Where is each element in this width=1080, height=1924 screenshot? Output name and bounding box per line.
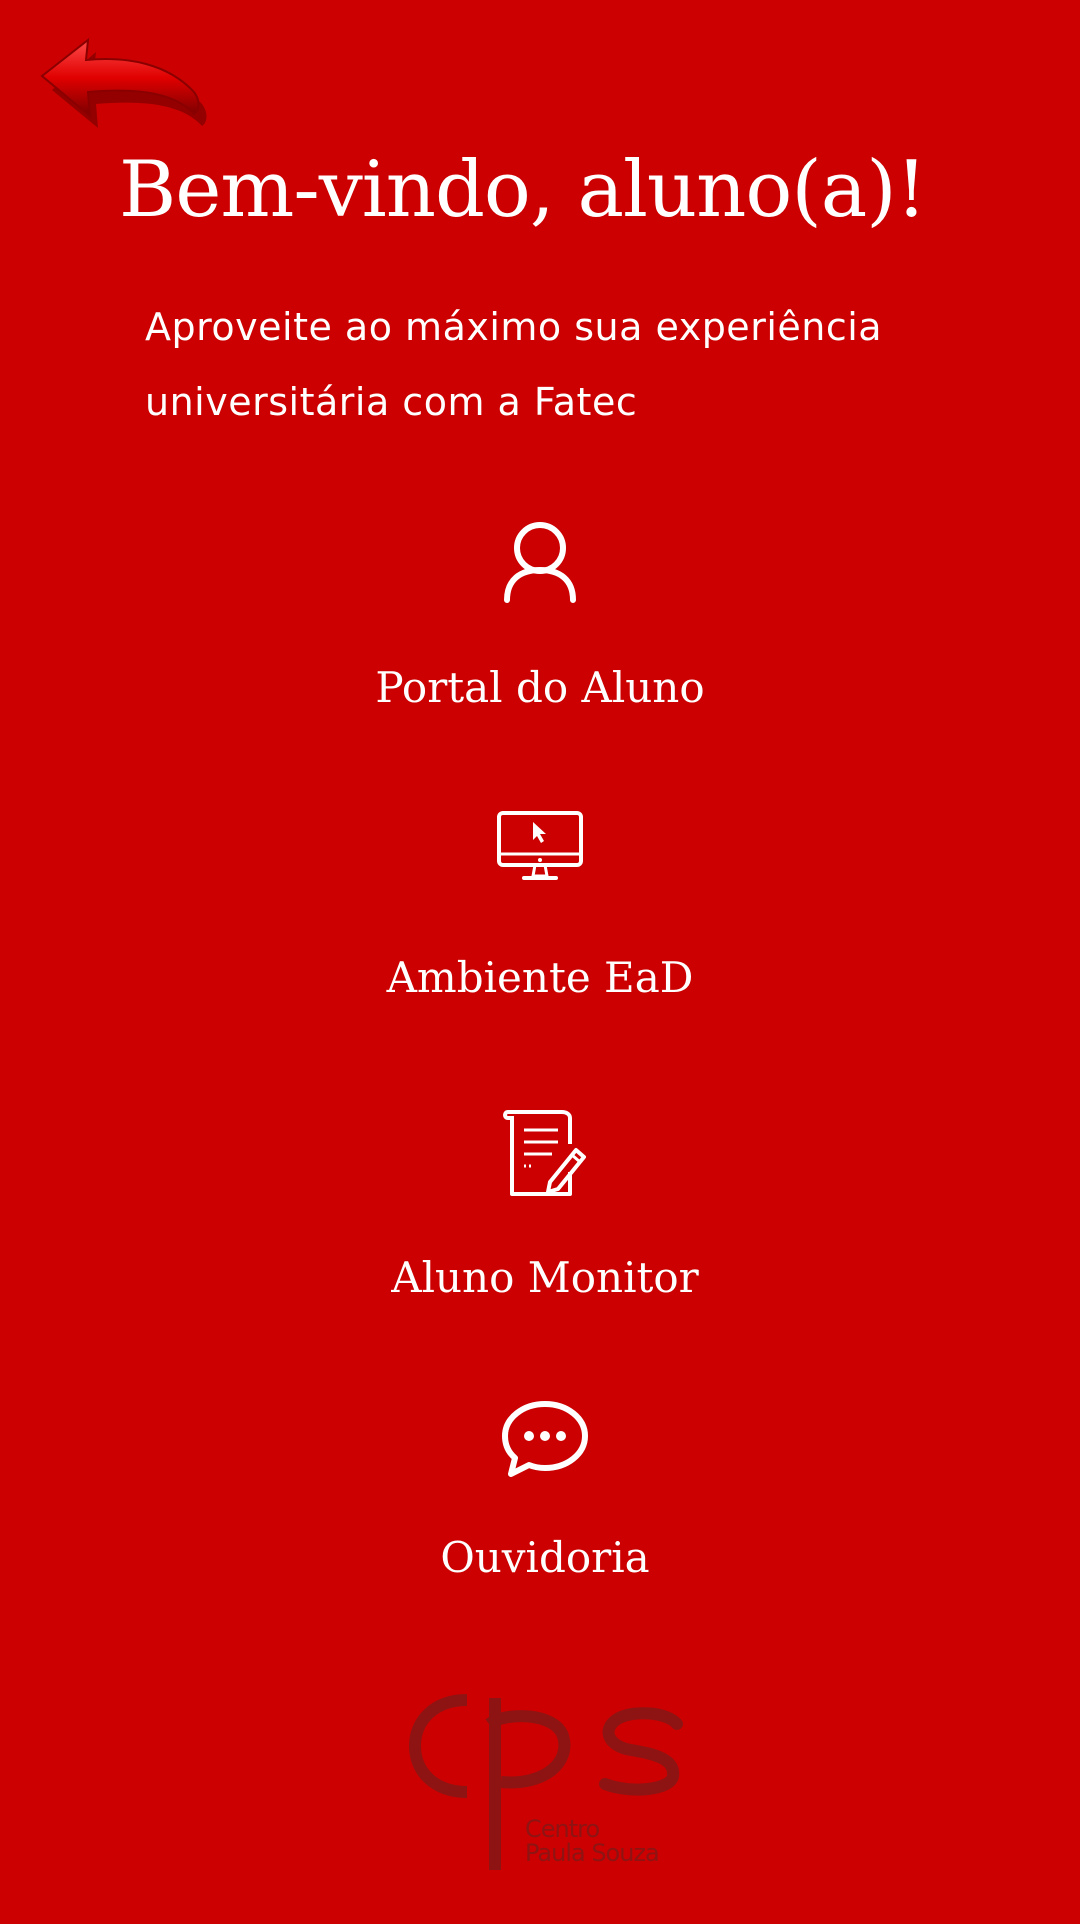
portal-do-aluno-button[interactable]: Portal do Aluno [240,515,840,725]
welcome-subtitle: Aproveite ao máximo sua experiência univ… [145,290,945,440]
menu-item-label: Portal do Aluno [375,663,705,712]
ambiente-ead-button[interactable]: Ambiente EaD [240,805,840,1010]
cps-logo: Centro Paula Souza [405,1690,695,1880]
subtitle-line-1: Aproveite ao máximo sua experiência [145,305,883,349]
subtitle-line-2: universitária com a Fatec [145,380,638,424]
menu-item-label: Ouvidoria [440,1533,650,1582]
ouvidoria-button[interactable]: Ouvidoria [240,1395,840,1595]
document-edit-icon [503,1110,586,1196]
aluno-monitor-button[interactable]: Aluno Monitor [240,1105,840,1315]
menu-item-label: Ambiente EaD [386,953,694,1002]
page-title: Bem-vindo, aluno(a)! [118,145,927,235]
back-arrow-icon [40,37,207,128]
monitor-cursor-icon [497,811,583,880]
logo-text-line-2: Paula Souza [525,1839,660,1867]
chat-bubble-icon [502,1401,588,1477]
menu-item-label: Aluno Monitor [391,1253,699,1302]
user-icon [504,522,576,603]
back-button[interactable] [38,37,208,130]
